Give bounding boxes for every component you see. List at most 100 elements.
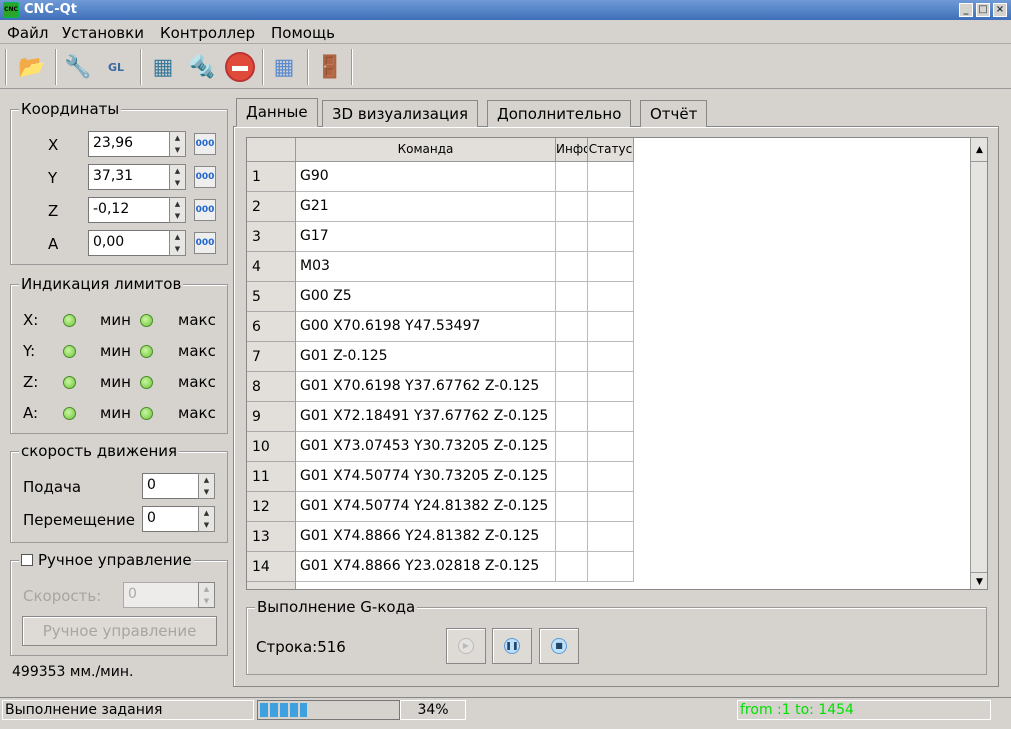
tab-data[interactable]: Данные	[236, 98, 318, 127]
status-cell[interactable]	[588, 462, 634, 492]
controller-board-icon[interactable]: ▦	[145, 49, 181, 85]
drill-icon[interactable]: 🔩	[184, 49, 220, 85]
scroll-down-arrow[interactable]: ▼	[971, 572, 987, 589]
status-cell[interactable]	[588, 402, 634, 432]
status-cell[interactable]	[588, 162, 634, 192]
settings-icon[interactable]: 🔧	[60, 49, 96, 85]
coord-a-stepper[interactable]: ▲ ▼	[169, 230, 186, 256]
scroll-up-arrow[interactable]: ▲	[971, 138, 987, 162]
coord-x-input[interactable]: 23,96	[88, 131, 170, 157]
info-cell[interactable]	[556, 192, 588, 222]
row-number[interactable]: 12	[247, 492, 296, 522]
manual-checkbox[interactable]	[21, 554, 33, 566]
info-cell[interactable]	[556, 342, 588, 372]
menu-settings[interactable]: Установки	[62, 24, 144, 42]
manual-checkbox-row[interactable]: Ручное управление	[19, 551, 194, 569]
row-number[interactable]: 4	[247, 252, 296, 282]
command-cell[interactable]: G00 X70.6198 Y47.53497	[296, 312, 556, 342]
status-cell[interactable]	[588, 282, 634, 312]
info-cell[interactable]	[556, 282, 588, 312]
move-input[interactable]: 0	[142, 506, 199, 532]
status-cell[interactable]	[588, 342, 634, 372]
menu-help[interactable]: Помощь	[271, 24, 335, 42]
stop-icon[interactable]	[222, 49, 258, 85]
row-number[interactable]: 3	[247, 222, 296, 252]
command-cell[interactable]: G01 X73.07453 Y30.73205 Z-0.125	[296, 432, 556, 462]
command-cell[interactable]: G17	[296, 222, 556, 252]
open-folder-icon[interactable]: 📂	[14, 49, 50, 85]
coord-a-input[interactable]: 0,00	[88, 230, 170, 256]
row-number[interactable]: 11	[247, 462, 296, 492]
info-cell[interactable]	[556, 372, 588, 402]
row-number[interactable]	[247, 582, 296, 589]
status-cell[interactable]	[588, 432, 634, 462]
info-cell[interactable]	[556, 432, 588, 462]
coord-z-input[interactable]: -0,12	[88, 197, 170, 223]
close-button[interactable]: ×	[993, 3, 1007, 17]
grid-icon[interactable]: ▦	[266, 49, 302, 85]
row-number[interactable]: 1	[247, 162, 296, 192]
info-cell[interactable]	[556, 522, 588, 552]
row-number[interactable]: 9	[247, 402, 296, 432]
status-cell[interactable]	[588, 312, 634, 342]
manual-speed-input[interactable]: 0	[123, 582, 199, 608]
status-cell[interactable]	[588, 192, 634, 222]
menu-file[interactable]: Файл	[7, 24, 48, 42]
info-cell[interactable]	[556, 252, 588, 282]
pause-button[interactable]: ❚❚	[492, 628, 532, 664]
tab-3d[interactable]: 3D визуализация	[322, 100, 478, 127]
header-command[interactable]: Команда	[296, 138, 556, 162]
command-cell[interactable]: M03	[296, 252, 556, 282]
header-info[interactable]: Инфо	[556, 138, 588, 162]
info-cell[interactable]	[556, 222, 588, 252]
info-cell[interactable]	[556, 402, 588, 432]
command-cell[interactable]: G00 Z5	[296, 282, 556, 312]
info-cell[interactable]	[556, 552, 588, 582]
manual-speed-stepper[interactable]: ▲ ▼	[198, 582, 215, 608]
feed-stepper[interactable]: ▲ ▼	[198, 473, 215, 499]
info-cell[interactable]	[556, 312, 588, 342]
row-number[interactable]: 10	[247, 432, 296, 462]
command-cell[interactable]: G01 X74.50774 Y24.81382 Z-0.125	[296, 492, 556, 522]
row-number[interactable]: 2	[247, 192, 296, 222]
exit-door-icon[interactable]: 🚪	[312, 49, 348, 85]
vertical-scrollbar[interactable]: ▲ ▼	[970, 138, 987, 589]
tab-report[interactable]: Отчёт	[640, 100, 708, 127]
status-cell[interactable]	[588, 252, 634, 282]
zero-a-button[interactable]: 000	[194, 232, 216, 254]
menu-controller[interactable]: Контроллер	[160, 24, 255, 42]
tab-additional[interactable]: Дополнительно	[487, 100, 632, 127]
command-cell[interactable]: G01 X74.8866 Y23.02818 Z-0.125	[296, 552, 556, 582]
zero-x-button[interactable]: 000	[194, 133, 216, 155]
zero-y-button[interactable]: 000	[194, 166, 216, 188]
command-cell[interactable]: G01 X72.18491 Y37.67762 Z-0.125	[296, 402, 556, 432]
command-cell[interactable]: G01 X70.6198 Y37.67762 Z-0.125	[296, 372, 556, 402]
gcode-table[interactable]: Команда Инфо Статус 1 G90 2 G21 3 G17 4 …	[246, 137, 988, 590]
minimize-button[interactable]: _	[959, 3, 973, 17]
command-cell[interactable]: G01 X74.50774 Y30.73205 Z-0.125	[296, 462, 556, 492]
stop-button[interactable]: ■	[539, 628, 579, 664]
row-number[interactable]: 14	[247, 552, 296, 582]
maximize-button[interactable]: □	[976, 3, 990, 17]
command-cell[interactable]: G21	[296, 192, 556, 222]
zero-z-button[interactable]: 000	[194, 199, 216, 221]
status-cell[interactable]	[588, 552, 634, 582]
status-cell[interactable]	[588, 372, 634, 402]
feed-input[interactable]: 0	[142, 473, 199, 499]
command-cell[interactable]: G90	[296, 162, 556, 192]
row-number[interactable]: 8	[247, 372, 296, 402]
command-cell[interactable]: G01 X74.8866 Y24.81382 Z-0.125	[296, 522, 556, 552]
row-number[interactable]: 7	[247, 342, 296, 372]
coord-y-input[interactable]: 37,31	[88, 164, 170, 190]
row-number[interactable]: 5	[247, 282, 296, 312]
opengl-icon[interactable]: GL	[98, 49, 134, 85]
coord-z-stepper[interactable]: ▲ ▼	[169, 197, 186, 223]
manual-control-button[interactable]: Ручное управление	[22, 616, 217, 646]
header-status[interactable]: Статус	[588, 138, 634, 162]
command-cell[interactable]: G01 Z-0.125	[296, 342, 556, 372]
coord-x-stepper[interactable]: ▲ ▼	[169, 131, 186, 157]
move-stepper[interactable]: ▲ ▼	[198, 506, 215, 532]
play-button[interactable]: ▶	[446, 628, 486, 664]
status-cell[interactable]	[588, 522, 634, 552]
info-cell[interactable]	[556, 462, 588, 492]
